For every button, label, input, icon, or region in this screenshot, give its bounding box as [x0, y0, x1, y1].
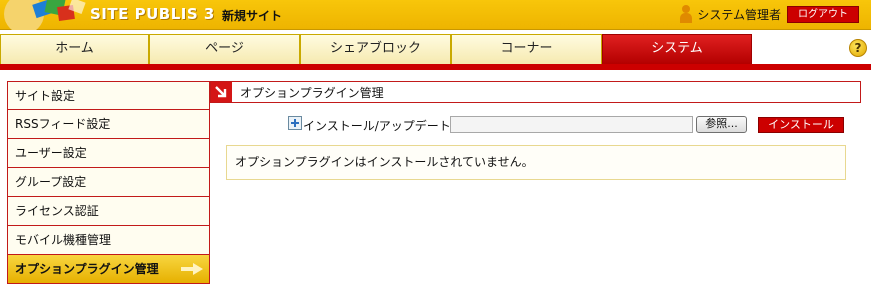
browse-button[interactable]: 参照... — [696, 116, 747, 133]
sidebar-item-user-settings[interactable]: ユーザー設定 — [7, 139, 210, 168]
app-logo: SITE PUBLIS 3 — [90, 5, 215, 23]
tab-system[interactable]: システム — [602, 34, 752, 64]
install-button[interactable]: インストール — [758, 117, 844, 133]
status-message: オプションプラグインはインストールされていません。 — [226, 145, 846, 180]
add-plugin-icon — [288, 116, 302, 130]
sidebar-item-mobile-models[interactable]: モバイル機種管理 — [7, 226, 210, 255]
tab-share-block[interactable]: シェアブロック — [300, 34, 451, 64]
user-name: システム管理者 — [697, 7, 781, 22]
arrow-down-right-icon — [211, 82, 232, 102]
user-icon — [679, 5, 693, 23]
sidebar-item-rss-feed[interactable]: RSSフィード設定 — [7, 110, 210, 139]
tab-corner[interactable]: コーナー — [451, 34, 602, 64]
sidebar-item-label: ライセンス認証 — [15, 204, 99, 218]
sidebar-item-license[interactable]: ライセンス認証 — [7, 197, 210, 226]
logo-graphic — [0, 0, 92, 30]
sidebar-item-site-settings[interactable]: サイト設定 — [7, 81, 210, 110]
logout-button[interactable]: ログアウト — [787, 5, 859, 23]
site-name: 新規サイト — [222, 9, 283, 23]
tab-page[interactable]: ページ — [149, 34, 300, 64]
sidebar: サイト設定 RSSフィード設定 ユーザー設定 グループ設定 ライセンス認証 モバ… — [7, 81, 210, 284]
page-title: オプションプラグイン管理 — [240, 86, 384, 100]
sidebar-item-label: グループ設定 — [15, 175, 87, 189]
arrow-right-icon — [181, 263, 203, 275]
sidebar-item-label: サイト設定 — [15, 89, 76, 103]
plugin-file-input[interactable] — [450, 116, 693, 133]
sidebar-item-label: オプションプラグイン管理 — [15, 262, 159, 276]
nav-underline — [0, 64, 871, 70]
sidebar-item-option-plugins[interactable]: オプションプラグイン管理 — [7, 255, 210, 284]
header-bar: SITE PUBLIS 3 新規サイト システム管理者 ログアウト — [0, 0, 871, 30]
help-icon[interactable]: ? — [849, 39, 867, 57]
section-title-bar: オプションプラグイン管理 — [210, 81, 861, 103]
sidebar-item-label: RSSフィード設定 — [15, 117, 111, 131]
main-nav: ホーム ページ シェアブロック コーナー システム ? — [0, 31, 871, 64]
install-label: インストール/アップデート — [303, 119, 451, 133]
install-row: インストール/アップデート 参照... インストール — [288, 115, 848, 135]
tab-home[interactable]: ホーム — [0, 34, 149, 64]
sidebar-item-label: モバイル機種管理 — [15, 233, 112, 247]
user-area: システム管理者 ログアウト — [679, 3, 859, 25]
sidebar-item-label: ユーザー設定 — [15, 146, 87, 160]
sidebar-item-group-settings[interactable]: グループ設定 — [7, 168, 210, 197]
